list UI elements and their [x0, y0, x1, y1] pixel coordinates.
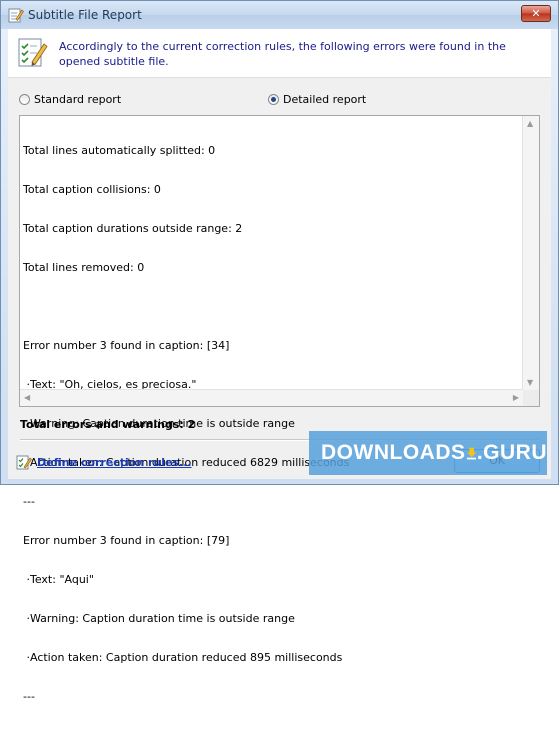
- report-line: Error number 3 found in caption: [79]: [23, 534, 230, 547]
- vertical-scrollbar[interactable]: ▲ ▼: [522, 116, 539, 390]
- header-panel: Accordingly to the current correction ru…: [8, 29, 551, 78]
- define-rules-link[interactable]: Define correction rules...: [16, 454, 192, 470]
- edit-report-icon: [8, 8, 24, 23]
- standard-report-radio[interactable]: Standard report: [19, 92, 121, 106]
- scrollbar-corner: [523, 390, 539, 406]
- scroll-left-icon[interactable]: ◀: [24, 393, 30, 402]
- report-line: ·Text: "Aqui": [23, 573, 94, 586]
- report-line: Total caption collisions: 0: [23, 183, 161, 196]
- report-line: ·Action taken: Caption duration reduced …: [23, 651, 343, 664]
- scroll-right-icon[interactable]: ▶: [513, 393, 519, 402]
- report-line: ---: [23, 495, 35, 508]
- report-line: Total lines removed: 0: [23, 261, 145, 274]
- title-bar[interactable]: Subtitle File Report ✕: [1, 1, 558, 29]
- dialog-client-area: Accordingly to the current correction ru…: [8, 29, 551, 703]
- radio-checked-indicator: [268, 93, 279, 105]
- detailed-report-radio[interactable]: Detailed report: [268, 92, 366, 106]
- rules-icon: [16, 455, 32, 470]
- report-line: Total caption durations outside range: 2: [23, 222, 243, 235]
- watermark-text: DOWNLOADS: [321, 441, 466, 464]
- window-title: Subtitle File Report: [28, 8, 142, 22]
- header-message: Accordingly to the current correction ru…: [59, 40, 506, 68]
- scroll-down-icon[interactable]: ▼: [527, 378, 533, 387]
- watermark-suffix: .GURU: [476, 441, 547, 464]
- watermark-logo: DOWNLOADS .GURU: [309, 431, 547, 475]
- report-line: ---: [23, 690, 35, 703]
- subtitle-report-dialog: Subtitle File Report ✕ Accordingly to th…: [0, 0, 559, 703]
- report-content: Total lines automatically splitted: 0 To…: [23, 118, 518, 703]
- detailed-report-label: Detailed report: [283, 92, 367, 106]
- horizontal-scrollbar[interactable]: ◀ ▶: [20, 389, 523, 406]
- report-text-area[interactable]: Total lines automatically splitted: 0 To…: [19, 115, 540, 703]
- report-line: Total lines automatically splitted: 0: [23, 144, 216, 157]
- checklist-pencil-icon: [18, 38, 48, 67]
- report-line: ·Warning: Caption duration time is outsi…: [23, 612, 295, 625]
- total-errors-label: Total errors and warnings: 2: [20, 418, 196, 431]
- radio-unchecked-indicator: [19, 93, 30, 105]
- standard-report-label: Standard report: [34, 92, 122, 106]
- scroll-up-icon[interactable]: ▲: [527, 119, 533, 128]
- download-arrow-icon: [466, 447, 476, 460]
- report-line: Error number 3 found in caption: [34]: [23, 339, 230, 352]
- report-line: [23, 300, 518, 313]
- close-button[interactable]: ✕: [521, 5, 551, 22]
- define-rules-label: Define correction rules...: [37, 455, 192, 469]
